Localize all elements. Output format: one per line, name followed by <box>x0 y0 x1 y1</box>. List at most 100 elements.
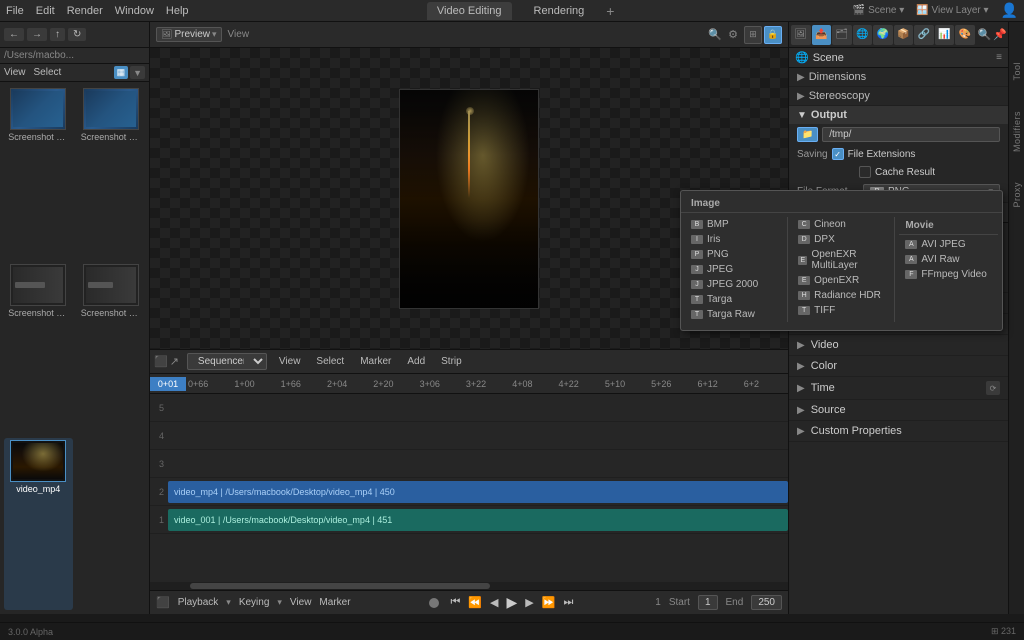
workspace-tab-active[interactable]: Video Editing <box>427 2 512 20</box>
output-path-field[interactable]: /tmp/ <box>822 127 1000 142</box>
list-item[interactable]: J JPEG <box>685 262 783 277</box>
search-icon[interactable]: 🔍 <box>977 27 993 43</box>
jump-start-btn[interactable]: ⏮ <box>447 595 463 610</box>
filter-btn[interactable]: ▼ <box>130 66 145 79</box>
scene-props-icon[interactable]: 🌐 <box>853 25 873 45</box>
select-menu[interactable]: Select <box>34 67 62 78</box>
view-layer-props-icon[interactable]: 🗂 <box>832 25 852 45</box>
list-item[interactable]: A AVI Raw <box>899 252 997 267</box>
seq-marker-menu[interactable]: Marker <box>356 354 395 369</box>
nav-back-btn[interactable]: ← <box>4 28 24 41</box>
world-props-icon[interactable]: 🌍 <box>873 25 893 45</box>
list-item[interactable]: T Targa <box>685 292 783 307</box>
source-section[interactable]: ▶ Source <box>789 400 1008 421</box>
track-strip[interactable]: video_001 | /Users/macbook/Desktop/video… <box>168 509 788 531</box>
list-item[interactable]: Screenshot 2... <box>77 262 146 434</box>
vtab-modifiers[interactable]: Modifiers <box>1012 111 1022 152</box>
step-fwd-btn[interactable]: ▶ <box>522 595 536 610</box>
vtab-tool[interactable]: Tool <box>1012 62 1022 81</box>
playback-arrow[interactable]: ▾ <box>226 597 231 608</box>
data-props-icon[interactable]: 📊 <box>935 25 955 45</box>
jump-end-btn[interactable]: ⏭ <box>560 595 576 610</box>
view-layer-selector[interactable]: 🪟 View Layer ▾ <box>916 5 988 16</box>
dimensions-section[interactable]: ▶ Dimensions <box>789 68 1008 87</box>
list-item[interactable]: B BMP <box>685 217 783 232</box>
menu-help[interactable]: Help <box>166 5 189 17</box>
output-section-header[interactable]: ▼ Output <box>789 106 1008 124</box>
play-btn[interactable]: ▶ <box>504 593 521 612</box>
menu-file[interactable]: File <box>6 5 24 17</box>
timeline-body[interactable]: 5 4 3 2 video_mp4 | /Users/macbook/Deskt… <box>150 394 788 582</box>
cache-result-checkbox[interactable] <box>859 166 871 178</box>
stereoscopy-section[interactable]: ▶ Stereoscopy <box>789 87 1008 106</box>
preview-view-btn[interactable]: View <box>228 29 250 40</box>
overlay-btn[interactable]: ⊞ <box>744 26 762 44</box>
view-menu[interactable]: View <box>4 67 26 78</box>
grid-view-btn[interactable]: ▦ <box>114 66 129 79</box>
keying-arrow[interactable]: ▾ <box>277 597 282 608</box>
constraint-props-icon[interactable]: 🔗 <box>914 25 934 45</box>
nav-up-btn[interactable]: ↑ <box>50 28 65 41</box>
transport-marker-menu[interactable]: Marker <box>319 597 350 608</box>
scroll-strip[interactable] <box>150 582 788 590</box>
preview-dropdown[interactable]: Preview <box>174 29 210 40</box>
list-item[interactable]: F FFmpeg Video <box>899 267 997 282</box>
zoom-icon[interactable]: 🔍 <box>708 28 722 41</box>
list-item[interactable]: E OpenEXR <box>792 273 890 288</box>
seq-add-menu[interactable]: Add <box>403 354 429 369</box>
list-item[interactable]: A AVI JPEG <box>899 237 997 252</box>
vtab-proxy[interactable]: Proxy <box>1012 182 1022 208</box>
menu-edit[interactable]: Edit <box>36 5 55 17</box>
list-item[interactable]: video_mp4 <box>4 438 73 610</box>
list-item[interactable]: Screenshot 2... <box>4 86 73 258</box>
seq-select-menu[interactable]: Select <box>312 354 348 369</box>
path-picker-btn[interactable]: 📁 <box>797 127 818 142</box>
output-props-icon[interactable]: 📤 <box>812 25 832 45</box>
list-item[interactable]: T TIFF <box>792 303 890 318</box>
menu-window[interactable]: Window <box>115 5 154 17</box>
scene-selector[interactable]: 🎬 Scene ▾ <box>853 5 904 16</box>
list-item[interactable]: T Targa Raw <box>685 307 783 322</box>
menu-render[interactable]: Render <box>67 5 103 17</box>
obj-props-icon[interactable]: 📦 <box>894 25 914 45</box>
preview-dropdown-arrow[interactable]: ▾ <box>212 29 217 40</box>
lock-btn[interactable]: 🔒 <box>764 26 782 44</box>
list-item[interactable]: D DPX <box>792 232 890 247</box>
render-props-icon[interactable]: 🖼 <box>791 25 811 45</box>
custom-properties-section[interactable]: ▶ Custom Properties <box>789 421 1008 442</box>
transport-view-menu[interactable]: View <box>290 597 312 608</box>
playback-menu[interactable]: Playback <box>178 597 219 608</box>
nav-refresh-btn[interactable]: ↻ <box>68 28 86 41</box>
frame-start-value[interactable]: 1 <box>698 595 718 610</box>
jump-fwd-btn[interactable]: ⏩ <box>539 595 559 610</box>
scroll-thumb[interactable] <box>190 583 490 589</box>
time-extra-icon[interactable]: ⟳ <box>986 381 1000 395</box>
list-item[interactable]: J JPEG 2000 <box>685 277 783 292</box>
list-item[interactable]: C Cineon <box>792 217 890 232</box>
list-item[interactable]: E OpenEXR MultiLayer <box>792 247 890 273</box>
pin-icon[interactable]: 📌 <box>992 27 1008 43</box>
seq-view-menu[interactable]: View <box>275 354 305 369</box>
keying-menu[interactable]: Keying <box>239 597 270 608</box>
settings-icon[interactable]: ⚙ <box>728 28 738 41</box>
sequencer-dropdown[interactable]: Sequencer <box>187 353 267 370</box>
list-item[interactable]: P PNG <box>685 247 783 262</box>
time-section[interactable]: ▶ Time ⟳ <box>789 377 1008 400</box>
track-strip[interactable]: video_mp4 | /Users/macbook/Desktop/video… <box>168 481 788 503</box>
frame-end-value[interactable]: 250 <box>751 595 782 610</box>
list-item[interactable]: I Iris <box>685 232 783 247</box>
list-item[interactable]: H Radiance HDR <box>792 288 890 303</box>
seq-strip-menu[interactable]: Strip <box>437 354 466 369</box>
add-tab-btn[interactable]: + <box>606 3 614 19</box>
jump-back-btn[interactable]: ⏪ <box>465 595 485 610</box>
video-section[interactable]: ▶ Video <box>789 335 1008 356</box>
list-item[interactable]: Screenshot 2... <box>4 262 73 434</box>
nav-forward-btn[interactable]: → <box>27 28 47 41</box>
step-back-btn[interactable]: ◀ <box>487 595 501 610</box>
file-extensions-checkbox[interactable]: ✓ <box>832 148 844 160</box>
scene-menu-btn[interactable]: ≡ <box>996 52 1002 63</box>
workspace-tab-rendering[interactable]: Rendering <box>524 2 595 20</box>
color-section[interactable]: ▶ Color <box>789 356 1008 377</box>
material-props-icon[interactable]: 🎨 <box>955 25 975 45</box>
list-item[interactable]: Screenshot 2... <box>77 86 146 258</box>
